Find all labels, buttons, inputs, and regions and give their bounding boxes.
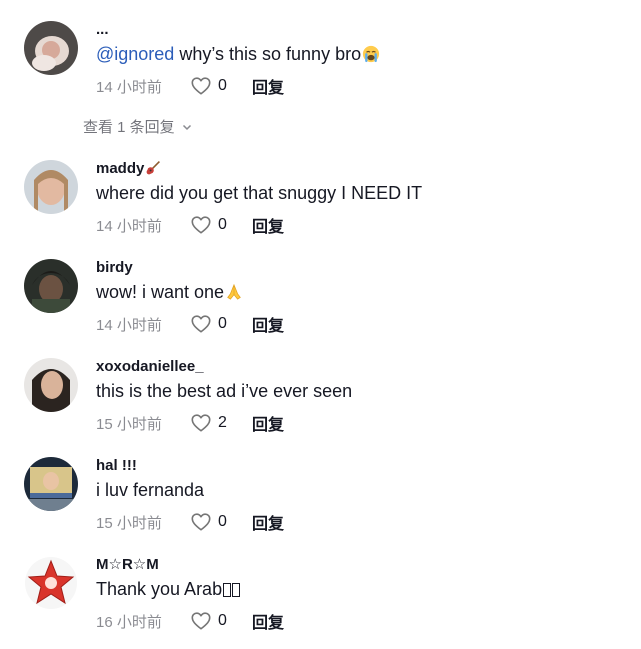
comment-time: 15 小时前 — [96, 514, 162, 532]
comment-text: where did you get that snuggy I NEED IT — [96, 183, 423, 203]
folded-hands-emoji-icon — [224, 283, 244, 301]
avatar-image — [24, 457, 78, 511]
avatar-image — [24, 556, 78, 610]
like-button[interactable]: 0 — [190, 75, 244, 97]
comment-item: xoxodaniellee_ this is the best ad i’ve … — [0, 358, 641, 438]
heart-outline-icon — [191, 513, 211, 531]
view-replies-label: 查看 1 条回复 — [83, 119, 175, 136]
heart-outline-icon — [191, 612, 211, 630]
comment-time: 14 小时前 — [96, 217, 162, 235]
reply-button[interactable]: 回复 — [252, 411, 284, 435]
comment-meta: 16 小时前 0 回复 — [96, 610, 284, 632]
comment-meta: 14 小时前 0 回复 — [96, 313, 284, 335]
guitar-emoji-icon — [144, 160, 164, 178]
like-button[interactable]: 2 — [190, 412, 244, 434]
like-count: 0 — [218, 216, 227, 233]
heart-outline-icon — [191, 77, 211, 95]
comment-username[interactable]: maddy — [96, 160, 164, 178]
avatar[interactable] — [24, 259, 78, 313]
comment-time: 14 小时前 — [96, 78, 162, 96]
heart-outline-icon — [191, 414, 211, 432]
reply-button[interactable]: 回复 — [252, 510, 284, 534]
mention-link[interactable]: @ignored — [96, 44, 174, 64]
comment-username[interactable]: birdy — [96, 259, 133, 277]
comment-text: @ignored why’s this so funny bro — [96, 42, 381, 66]
chevron-down-icon — [182, 124, 191, 130]
avatar[interactable] — [24, 160, 78, 214]
heart-outline-icon — [191, 216, 211, 234]
crying-face-emoji-icon — [361, 45, 381, 63]
reply-button[interactable]: 回复 — [252, 609, 284, 633]
like-button[interactable]: 0 — [190, 313, 244, 335]
avatar-image — [24, 259, 78, 313]
like-button[interactable]: 0 — [190, 214, 244, 236]
comment-time: 14 小时前 — [96, 316, 162, 334]
like-count: 2 — [218, 414, 227, 431]
reply-button[interactable]: 回复 — [252, 213, 284, 237]
comment-username[interactable]: ... — [96, 21, 109, 39]
comment-text: this is the best ad i’ve ever seen — [96, 381, 353, 401]
comment-item: M☆R☆M Thank you Arab 16 小时前 0 回复 — [0, 556, 641, 636]
comment-item: ... @ignored why’s this so funny bro 14 … — [0, 21, 641, 101]
like-count: 0 — [218, 77, 227, 94]
like-count: 0 — [218, 612, 227, 629]
avatar[interactable] — [24, 358, 78, 412]
avatar-image — [24, 21, 78, 75]
comment-username[interactable]: hal !!! — [96, 457, 137, 475]
comment-meta: 15 小时前 0 回复 — [96, 511, 284, 533]
comment-item: maddy where did you get that snuggy I NE… — [0, 160, 641, 240]
comment-username[interactable]: xoxodaniellee_ — [96, 358, 204, 376]
avatar-image — [24, 358, 78, 412]
comment-username[interactable]: M☆R☆M — [96, 556, 159, 574]
reply-button[interactable]: 回复 — [252, 74, 284, 98]
comment-body: Thank you Arab — [96, 579, 223, 599]
avatar[interactable] — [24, 457, 78, 511]
like-count: 0 — [218, 315, 227, 332]
comment-time: 15 小时前 — [96, 415, 162, 433]
comment-meta: 14 小时前 0 回复 — [96, 214, 284, 236]
comment-meta: 14 小时前 0 回复 — [96, 75, 284, 97]
like-button[interactable]: 0 — [190, 610, 244, 632]
missing-glyph-icon — [232, 583, 241, 597]
comment-item: birdy wow! i want one 14 小时前 0 回复 — [0, 259, 641, 339]
reply-button[interactable]: 回复 — [252, 312, 284, 336]
avatar[interactable] — [24, 556, 78, 610]
like-button[interactable]: 0 — [190, 511, 244, 533]
comment-username-text: maddy — [96, 160, 145, 177]
comment-time: 16 小时前 — [96, 613, 162, 631]
missing-glyph-icon — [223, 583, 232, 597]
avatar-image — [24, 160, 78, 214]
view-replies-button[interactable]: 查看 1 条回复 — [83, 116, 193, 137]
comment-meta: 15 小时前 2 回复 — [96, 412, 284, 434]
comment-text: Thank you Arab — [96, 577, 241, 601]
avatar[interactable] — [24, 21, 78, 75]
comment-text: wow! i want one — [96, 280, 244, 304]
comment-body: why’s this so funny bro — [174, 44, 362, 64]
comment-body: wow! i want one — [96, 282, 225, 302]
heart-outline-icon — [191, 315, 211, 333]
comment-item: hal !!! i luv fernanda 15 小时前 0 回复 — [0, 457, 641, 537]
comment-text: i luv fernanda — [96, 480, 205, 500]
like-count: 0 — [218, 513, 227, 530]
